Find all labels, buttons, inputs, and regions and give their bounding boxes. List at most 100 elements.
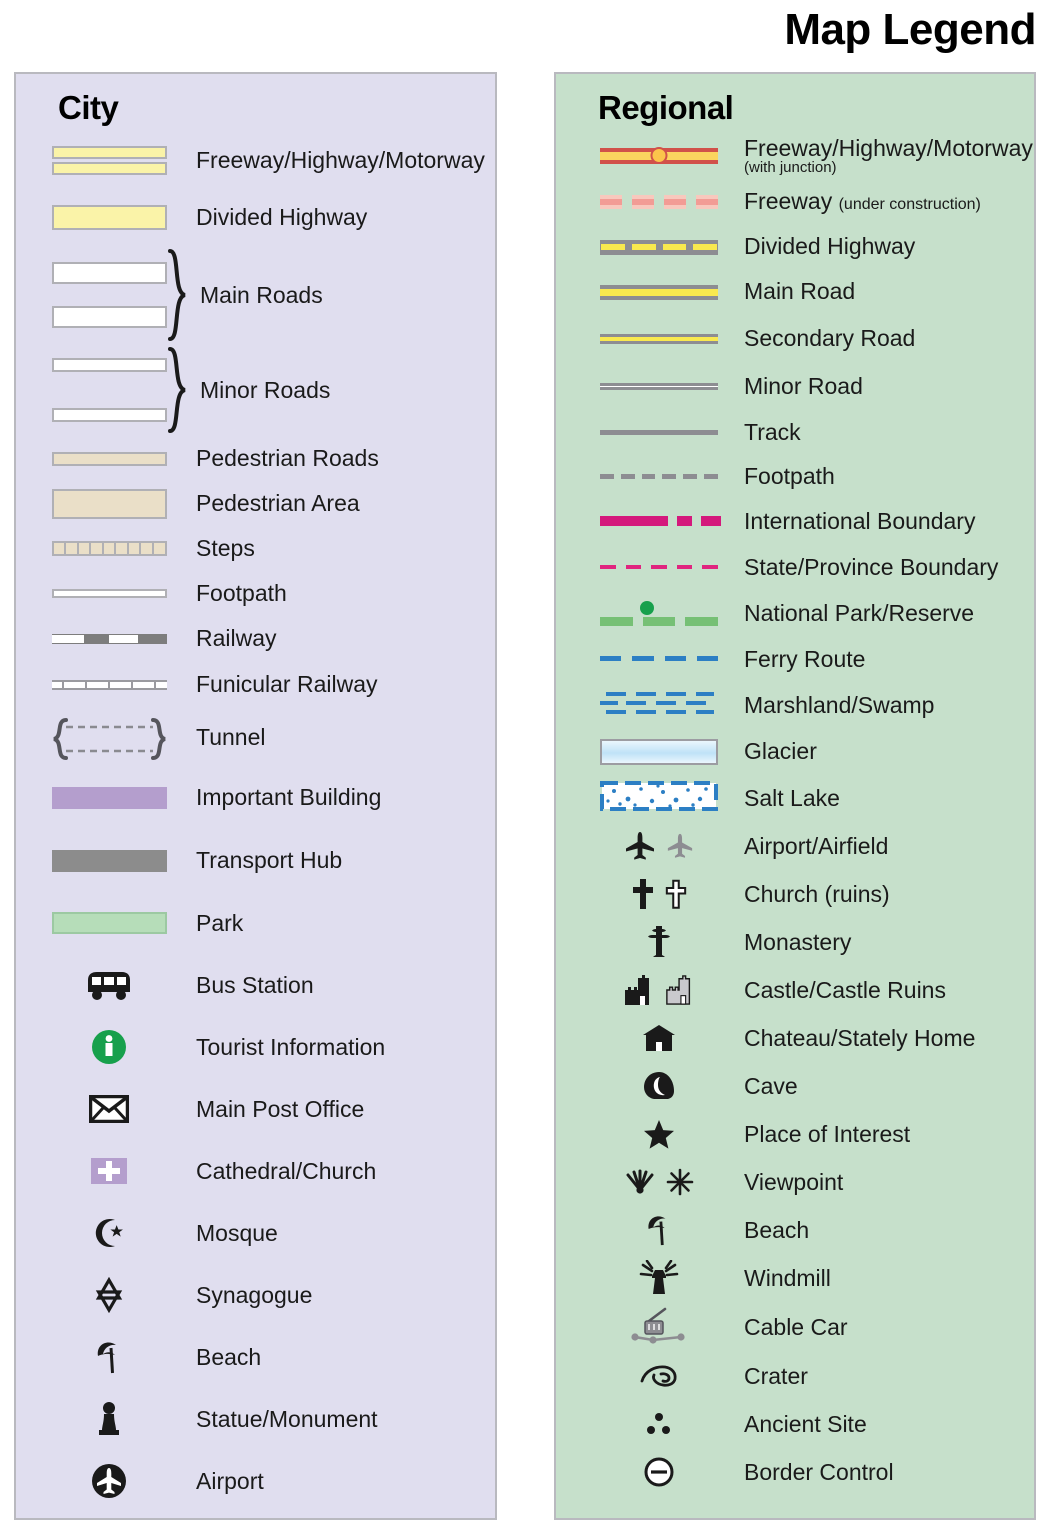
legend-label: Ancient Site	[744, 1410, 867, 1437]
legend-row: Secondary Road	[556, 314, 1034, 362]
steps-hatched-band-symbol	[44, 541, 174, 557]
crater-icon	[594, 1363, 724, 1389]
pedestrian-area-block-symbol	[44, 488, 174, 519]
regional-panel-heading: Regional	[598, 89, 734, 126]
legend-row: Statue/Monument	[16, 1388, 495, 1450]
legend-label: Tunnel	[196, 723, 266, 750]
legend-label: Main Road	[744, 278, 856, 305]
legend-label: Airport	[196, 1467, 264, 1494]
ancient-site-dots-icon	[594, 1411, 724, 1437]
legend-row: Monastery	[556, 918, 1034, 966]
legend-label: Windmill	[744, 1264, 831, 1291]
legend-row: Synagogue	[16, 1264, 495, 1326]
bus-icon	[44, 968, 174, 1002]
legend-label: Pedestrian Roads	[196, 445, 379, 472]
legend-row: Steps	[16, 526, 495, 571]
main-road-yellow-symbol	[594, 275, 724, 309]
beach-umbrella-icon	[44, 1338, 174, 1376]
legend-row: Minor Road	[556, 362, 1034, 410]
legend-label: Synagogue	[196, 1281, 313, 1308]
legend-row: Footpath	[16, 571, 495, 616]
page-title: Map Legend	[784, 5, 1036, 54]
legend-label: Pedestrian Area	[196, 490, 360, 517]
important-building-swatch	[44, 786, 174, 809]
star-icon	[594, 1118, 724, 1150]
viewpoint-pair-icon	[594, 1168, 724, 1196]
legend-label: Minor Roads	[200, 376, 331, 403]
cable-car-icon	[594, 1307, 724, 1347]
legend-row: Castle/Castle Ruins	[556, 966, 1034, 1014]
legend-label: Chateau/Stately Home	[744, 1024, 976, 1051]
legend-row: Place of Interest	[556, 1110, 1034, 1158]
legend-row: Footpath	[556, 454, 1034, 498]
ferry-route-symbol	[594, 642, 724, 676]
legend-row: Freeway/Highway/Motorway	[16, 132, 495, 188]
marshland-symbol	[594, 688, 724, 722]
international-boundary-symbol	[594, 504, 724, 538]
legend-label: Divided Highway	[744, 233, 916, 260]
legend-row: Pedestrian Roads	[16, 436, 495, 481]
legend-label: Freeway/Highway/Motorway (with junction)	[744, 134, 1033, 176]
legend-label: Transport Hub	[196, 847, 343, 874]
legend-row: Cave	[556, 1062, 1034, 1110]
map-legend-page: Map Legend City Freeway/Highway/Motorway…	[0, 0, 1050, 1533]
pedestrian-road-band-symbol	[44, 451, 174, 466]
airplane-pair-icon	[594, 831, 724, 861]
legend-label: Main Roads	[200, 281, 323, 308]
star-of-david-icon	[44, 1277, 174, 1314]
legend-label: Secondary Road	[744, 324, 916, 351]
tunnel-bracket-dashed-symbol	[44, 717, 174, 761]
park-swatch	[44, 912, 174, 935]
legend-row: Pedestrian Area	[16, 481, 495, 526]
legend-label: Viewpoint	[744, 1168, 844, 1195]
regional-legend-panel: Regional Freeway/Highway/Motorway (with …	[554, 72, 1036, 1520]
legend-label: Castle/Castle Ruins	[744, 976, 946, 1003]
legend-label: Freeway (under construction)	[744, 189, 981, 214]
legend-row: Border Control	[556, 1448, 1034, 1496]
legend-row: Cathedral/Church	[16, 1140, 495, 1202]
legend-row: State/Province Boundary	[556, 544, 1034, 590]
legend-row: Crater	[556, 1352, 1034, 1400]
legend-row: Tunnel	[16, 708, 495, 766]
legend-row: Tourist Information	[16, 1016, 495, 1078]
legend-label: Funicular Railway	[196, 671, 378, 698]
legend-row: Church (ruins)	[556, 870, 1034, 918]
freeway-junction-line-symbol	[594, 139, 724, 173]
regional-legend-rows: Freeway/Highway/Motorway (with junction)…	[556, 132, 1034, 1496]
legend-row: Salt Lake	[556, 774, 1034, 822]
legend-row: Freeway (under construction)	[556, 179, 1034, 224]
legend-label: National Park/Reserve	[744, 599, 975, 626]
legend-row: Marshland/Swamp	[556, 682, 1034, 728]
legend-row: Park	[16, 892, 495, 954]
legend-row: Glacier	[556, 728, 1034, 774]
crescent-star-icon	[44, 1215, 174, 1251]
border-control-icon	[594, 1456, 724, 1488]
legend-row: National Park/Reserve	[556, 590, 1034, 636]
legend-label: Marshland/Swamp	[744, 691, 935, 718]
legend-label: Cable Car	[744, 1313, 848, 1340]
legend-row: Beach	[16, 1326, 495, 1388]
airport-circle-icon	[44, 1462, 174, 1500]
legend-label: Minor Road	[744, 372, 863, 399]
legend-label-main: Freeway/Highway/Motorway	[744, 134, 1033, 161]
legend-label: Airport/Airfield	[744, 832, 889, 859]
glacier-swatch	[594, 734, 724, 768]
legend-label: Salt Lake	[744, 784, 840, 811]
legend-label: Footpath	[744, 462, 835, 489]
legend-label: Bus Station	[196, 971, 314, 998]
windmill-icon	[594, 1260, 724, 1296]
legend-label: Statue/Monument	[196, 1405, 378, 1432]
legend-row: Beach	[556, 1206, 1034, 1254]
footpath-thin-line-symbol	[44, 589, 174, 599]
legend-row: Mosque	[16, 1202, 495, 1264]
divided-highway-dashed-symbol	[594, 230, 724, 264]
legend-row: Main Road	[556, 269, 1034, 314]
freeway-double-band-symbol	[44, 145, 174, 175]
city-legend-panel: City Freeway/Highway/Motorway Divided Hi…	[14, 72, 497, 1520]
legend-row: Track	[556, 410, 1034, 454]
legend-row: Freeway/Highway/Motorway (with junction)	[556, 132, 1034, 179]
legend-label: Beach	[196, 1343, 262, 1370]
legend-label: Beach	[744, 1216, 810, 1243]
legend-row: Funicular Railway	[16, 661, 495, 708]
footpath-gray-dashes-symbol	[594, 459, 724, 493]
